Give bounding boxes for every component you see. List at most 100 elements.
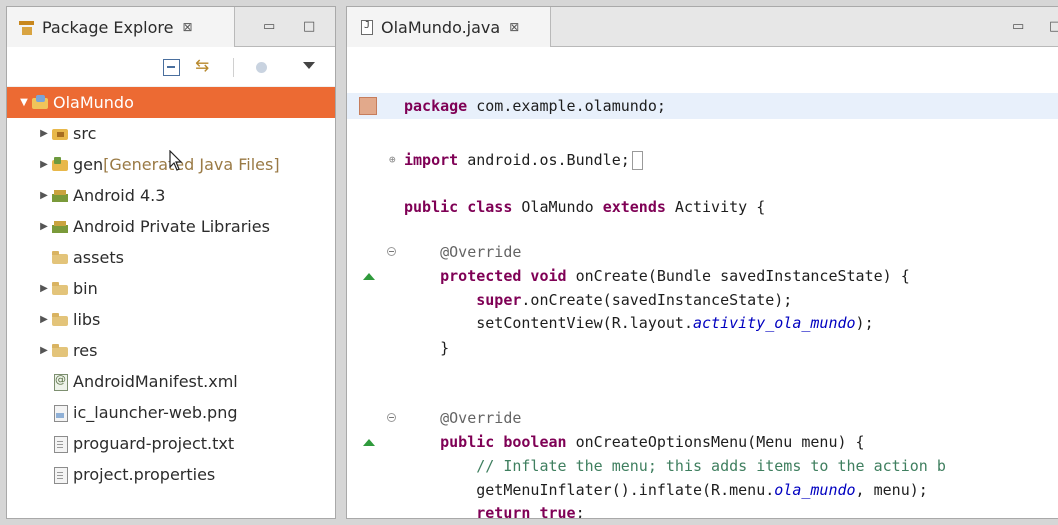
code-line[interactable]: setContentView(R.layout.activity_ola_mun… xyxy=(347,310,1058,336)
code-line[interactable]: package com.example.olamundo; xyxy=(347,93,1058,119)
tree-item-assets[interactable]: assets xyxy=(7,242,335,273)
code-token: com.example.olamundo; xyxy=(467,97,666,115)
tree-item-label: gen xyxy=(73,155,104,174)
tree-item-olamundo[interactable]: ▼ OlaMundo xyxy=(7,87,335,118)
fold-collapse-icon[interactable] xyxy=(387,413,396,422)
code-text: public boolean onCreateOptionsMenu(Menu … xyxy=(404,429,865,455)
package-explorer-icon xyxy=(19,20,34,35)
code-line[interactable]: @Override xyxy=(347,239,1058,265)
overrides-method-icon xyxy=(363,439,375,446)
maximize-icon[interactable]: □ xyxy=(1049,20,1058,33)
code-text: package com.example.olamundo; xyxy=(404,93,666,119)
collapsed-twisty-icon[interactable]: ▶ xyxy=(39,128,49,139)
java-file-icon xyxy=(361,19,373,35)
focus-on-active-task-icon[interactable] xyxy=(253,59,270,76)
code-text: @Override xyxy=(404,405,521,431)
tree-item-androidmanifest-xml[interactable]: AndroidManifest.xml xyxy=(7,366,335,397)
collapsed-twisty-icon[interactable]: ▶ xyxy=(39,345,49,356)
xml-file-icon xyxy=(52,373,69,391)
link-with-editor-icon[interactable] xyxy=(195,56,212,76)
code-token: onCreate(Bundle savedInstanceState) { xyxy=(566,267,910,285)
view-menu-chevron-down-icon[interactable] xyxy=(303,62,315,69)
folder-icon xyxy=(52,281,69,296)
fold-expand-icon[interactable]: ⊕ xyxy=(389,147,396,173)
tree-item-label: libs xyxy=(73,310,101,329)
tree-item-label: bin xyxy=(73,279,98,298)
package-explorer-panel: Package Explore ⊠ ▭ □ ▼ OlaMundo ▶ src ▶ gen … xyxy=(6,6,336,519)
code-line[interactable]: @Override xyxy=(347,405,1058,431)
code-token: extends xyxy=(602,198,666,216)
folded-region-marker[interactable] xyxy=(631,151,643,170)
collapsed-twisty-icon[interactable]: ▶ xyxy=(39,190,49,201)
maximize-icon[interactable]: □ xyxy=(303,20,315,33)
code-token: package xyxy=(404,97,468,115)
code-text: @Override xyxy=(404,239,521,265)
tree-item-project-properties[interactable]: project.properties xyxy=(7,459,335,490)
code-line[interactable]: protected void onCreate(Bundle savedInst… xyxy=(347,263,1058,289)
tree-item-android-private-libraries[interactable]: ▶ Android Private Libraries xyxy=(7,211,335,242)
fold-collapse-icon[interactable] xyxy=(387,247,396,256)
code-token: @Override xyxy=(404,243,522,261)
tree-item-label: AndroidManifest.xml xyxy=(73,372,238,391)
code-line[interactable]: public boolean onCreateOptionsMenu(Menu … xyxy=(347,429,1058,455)
collapse-all-icon[interactable] xyxy=(163,59,180,76)
package-explorer-tabbar: Package Explore ⊠ ▭ □ xyxy=(7,7,335,47)
code-token: Activity { xyxy=(665,198,766,216)
collapsed-twisty-icon[interactable]: ▶ xyxy=(39,221,49,232)
expanded-twisty-icon[interactable]: ▼ xyxy=(19,97,29,108)
code-token: protected void xyxy=(440,267,567,285)
code-text: public class OlaMundo extends Activity { xyxy=(404,194,765,220)
code-line[interactable]: } xyxy=(347,335,1058,361)
tree-item-src[interactable]: ▶ src xyxy=(7,118,335,149)
tree-item-libs[interactable]: ▶ libs xyxy=(7,304,335,335)
code-text: setContentView(R.layout.activity_ola_mun… xyxy=(404,310,873,336)
collapsed-twisty-icon[interactable]: ▶ xyxy=(39,314,49,325)
folder-icon xyxy=(52,343,69,358)
tree-item-label: Android 4.3 xyxy=(73,186,166,205)
tree-item-ic-launcher-web-png[interactable]: ic_launcher-web.png xyxy=(7,397,335,428)
minimize-icon[interactable]: ▭ xyxy=(1012,20,1024,33)
code-token: getMenuInflater().inflate(R.menu. xyxy=(404,481,775,499)
tree-item-res[interactable]: ▶ res xyxy=(7,335,335,366)
minimize-icon[interactable]: ▭ xyxy=(263,20,275,33)
collapsed-twisty-icon[interactable]: ▶ xyxy=(39,159,49,170)
code-token: ; xyxy=(575,504,585,519)
code-token: activity_ola_mundo xyxy=(692,314,856,332)
tree-item-label: OlaMundo xyxy=(53,93,134,112)
tree-item-label: Android Private Libraries xyxy=(73,217,270,236)
code-token: android.os.Bundle; xyxy=(458,151,630,169)
close-icon[interactable]: ⊠ xyxy=(509,20,519,34)
close-icon[interactable]: ⊠ xyxy=(182,20,192,34)
code-token: , menu); xyxy=(855,481,928,499)
tree-item-decoration: [Generated Java Files] xyxy=(103,155,280,174)
code-text: } xyxy=(404,335,449,361)
tree-item-label: ic_launcher-web.png xyxy=(73,403,238,422)
package-explorer-tab-title: Package Explore xyxy=(42,17,174,37)
collapsed-twisty-icon[interactable]: ▶ xyxy=(39,283,49,294)
tree-item-android-4-3[interactable]: ▶ Android 4.3 xyxy=(7,180,335,211)
code-line[interactable]: return true; xyxy=(347,500,1058,519)
tree-item-proguard-project-txt[interactable]: proguard-project.txt xyxy=(7,428,335,459)
generated-folder-icon xyxy=(52,157,69,172)
code-line[interactable]: // Inflate the menu; this adds items to … xyxy=(347,453,1058,479)
code-token: import xyxy=(404,151,459,169)
code-token: super xyxy=(476,291,522,309)
code-token: onCreateOptionsMenu(Menu menu) { xyxy=(566,433,865,451)
tree-item-label: assets xyxy=(73,248,124,267)
editor-tab-olamundo-java[interactable]: OlaMundo.java ⊠ xyxy=(347,7,551,47)
warning-marker-icon[interactable] xyxy=(359,97,377,115)
library-icon xyxy=(52,219,69,234)
code-token: return true xyxy=(476,504,576,519)
toolbar-divider xyxy=(233,58,234,77)
text-file-icon xyxy=(52,467,69,484)
code-line[interactable]: public class OlaMundo extends Activity { xyxy=(347,194,1058,220)
code-text: // Inflate the menu; this adds items to … xyxy=(404,453,946,479)
package-explorer-tab[interactable]: Package Explore ⊠ xyxy=(7,7,235,47)
code-line[interactable]: ⊕ import android.os.Bundle; xyxy=(347,147,1058,173)
java-editor-panel: OlaMundo.java ⊠ ▭ □ package com.example.… xyxy=(346,6,1058,519)
tree-item-label: src xyxy=(73,124,97,143)
folder-icon xyxy=(52,250,69,265)
tree-item-bin[interactable]: ▶ bin xyxy=(7,273,335,304)
